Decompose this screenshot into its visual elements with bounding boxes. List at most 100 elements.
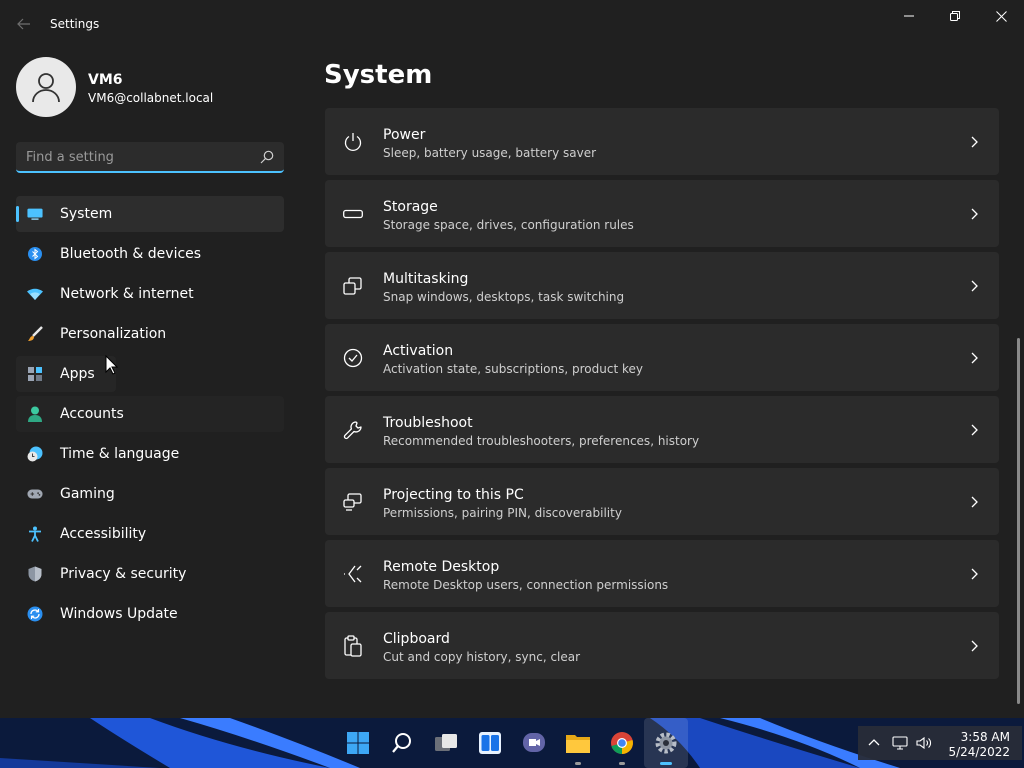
- file-explorer-button[interactable]: [556, 718, 600, 768]
- close-icon: [995, 10, 1007, 22]
- sidebar-item-label: Privacy & security: [60, 566, 187, 582]
- chevron-up-icon[interactable]: [866, 735, 882, 751]
- sidebar-item-label: Accounts: [60, 406, 124, 422]
- minimize-button[interactable]: [886, 0, 932, 32]
- apps-icon: [27, 366, 43, 382]
- restore-button[interactable]: [932, 0, 978, 32]
- bluetooth-icon: [27, 246, 43, 262]
- system-tray: 3:58 AM 5/24/2022: [858, 726, 1022, 760]
- task-view-button[interactable]: [424, 718, 468, 768]
- page-title: System: [324, 60, 433, 90]
- sidebar-item-label: System: [60, 206, 113, 222]
- clock-globe-icon: [27, 446, 43, 462]
- widgets-icon: [479, 732, 501, 754]
- card-power[interactable]: Power Sleep, battery usage, battery save…: [325, 108, 999, 175]
- back-arrow-icon: [17, 18, 30, 30]
- update-icon: [27, 606, 43, 622]
- sidebar-item-label: Personalization: [60, 326, 167, 342]
- sidebar-item-label: Gaming: [60, 486, 115, 502]
- sidebar-item-label: Windows Update: [60, 606, 178, 622]
- settings-gear-icon: [655, 732, 677, 754]
- running-indicator: [619, 762, 625, 765]
- card-troubleshoot[interactable]: Troubleshoot Recommended troubleshooters…: [325, 396, 999, 463]
- user-email: VM6@collabnet.local: [88, 91, 214, 105]
- accounts-person-icon: [27, 406, 43, 422]
- app-title: Settings: [50, 17, 100, 31]
- activation-check-icon: [342, 347, 364, 369]
- card-title: Projecting to this PC: [383, 487, 524, 503]
- volume-icon[interactable]: [916, 735, 932, 751]
- card-title: Activation: [383, 343, 454, 359]
- search-input[interactable]: [26, 148, 246, 166]
- close-button[interactable]: [978, 0, 1024, 32]
- sidebar-item-bluetooth-devices[interactable]: Bluetooth & devices: [16, 236, 284, 272]
- card-title: Power: [383, 127, 426, 143]
- card-remote-desktop[interactable]: Remote Desktop Remote Desktop users, con…: [325, 540, 999, 607]
- sidebar-item-gaming[interactable]: Gaming: [16, 476, 284, 512]
- task-view-icon: [435, 734, 457, 751]
- power-icon: [342, 131, 364, 153]
- avatar[interactable]: [16, 57, 76, 117]
- card-storage[interactable]: Storage Storage space, drives, configura…: [325, 180, 999, 247]
- chrome-button[interactable]: [600, 718, 644, 768]
- card-title: Clipboard: [383, 631, 450, 647]
- mouse-cursor-icon: [105, 355, 119, 375]
- card-projecting-to-this-pc[interactable]: Projecting to this PC Permissions, pairi…: [325, 468, 999, 535]
- scrollbar-thumb[interactable]: [1017, 338, 1020, 704]
- sidebar-item-label: Accessibility: [60, 526, 147, 542]
- card-activation[interactable]: Activation Activation state, subscriptio…: [325, 324, 999, 391]
- sidebar-item-system[interactable]: System: [16, 196, 284, 232]
- chevron-right-icon: [971, 208, 978, 220]
- start-button[interactable]: [336, 718, 380, 768]
- network-icon[interactable]: [892, 735, 908, 751]
- card-subtitle: Snap windows, desktops, task switching: [383, 290, 625, 304]
- taskbar-apps: [336, 718, 688, 768]
- sidebar-item-time-language[interactable]: Time & language: [16, 436, 284, 472]
- system-monitor-icon: [27, 206, 43, 222]
- chevron-right-icon: [971, 280, 978, 292]
- projecting-icon: [342, 491, 364, 513]
- clock-time[interactable]: 3:58 AM: [961, 730, 1010, 744]
- sidebar-item-privacy-security[interactable]: Privacy & security: [16, 556, 284, 592]
- card-subtitle: Remote Desktop users, connection permiss…: [383, 578, 669, 592]
- chevron-right-icon: [971, 352, 978, 364]
- sidebar-item-label: Time & language: [60, 446, 180, 462]
- sidebar-nav: System Bluetooth & devices Network & int…: [16, 196, 284, 636]
- gamepad-icon: [27, 486, 43, 502]
- sidebar-item-label: Apps: [60, 366, 95, 382]
- card-subtitle: Activation state, subscriptions, product…: [383, 362, 643, 376]
- chrome-icon: [611, 732, 633, 754]
- teams-chat-icon: [523, 733, 545, 752]
- back-button[interactable]: [10, 10, 38, 38]
- person-icon: [32, 73, 60, 103]
- search-icon: [392, 733, 411, 753]
- card-subtitle: Permissions, pairing PIN, discoverabilit…: [383, 506, 622, 520]
- storage-drive-icon: [342, 203, 364, 225]
- settings-card-list: Power Sleep, battery usage, battery save…: [325, 108, 999, 684]
- title-bar: Settings: [0, 0, 1024, 48]
- clock-date[interactable]: 5/24/2022: [948, 745, 1010, 759]
- chevron-right-icon: [971, 424, 978, 436]
- sidebar-item-label: Bluetooth & devices: [60, 246, 202, 262]
- card-subtitle: Recommended troubleshooters, preferences…: [383, 434, 700, 448]
- remote-desktop-icon: [342, 563, 364, 585]
- sidebar-item-apps[interactable]: Apps: [16, 356, 116, 392]
- sidebar-item-accounts[interactable]: Accounts: [16, 396, 284, 432]
- sidebar-item-accessibility[interactable]: Accessibility: [16, 516, 284, 552]
- card-title: Storage: [383, 199, 438, 215]
- search-box[interactable]: [16, 142, 284, 173]
- sidebar-item-windows-update[interactable]: Windows Update: [16, 596, 284, 632]
- widgets-button[interactable]: [468, 718, 512, 768]
- card-title: Multitasking: [383, 271, 469, 287]
- taskbar-search-button[interactable]: [380, 718, 424, 768]
- user-name: VM6: [88, 72, 123, 88]
- sidebar-item-network-internet[interactable]: Network & internet: [16, 276, 284, 312]
- sidebar-item-personalization[interactable]: Personalization: [16, 316, 284, 352]
- settings-taskbar-button[interactable]: [644, 718, 688, 768]
- search-icon[interactable]: [260, 150, 274, 164]
- chevron-right-icon: [971, 568, 978, 580]
- teams-chat-button[interactable]: [512, 718, 556, 768]
- card-multitasking[interactable]: Multitasking Snap windows, desktops, tas…: [325, 252, 999, 319]
- card-subtitle: Storage space, drives, configuration rul…: [383, 218, 634, 232]
- card-clipboard[interactable]: Clipboard Cut and copy history, sync, cl…: [325, 612, 999, 679]
